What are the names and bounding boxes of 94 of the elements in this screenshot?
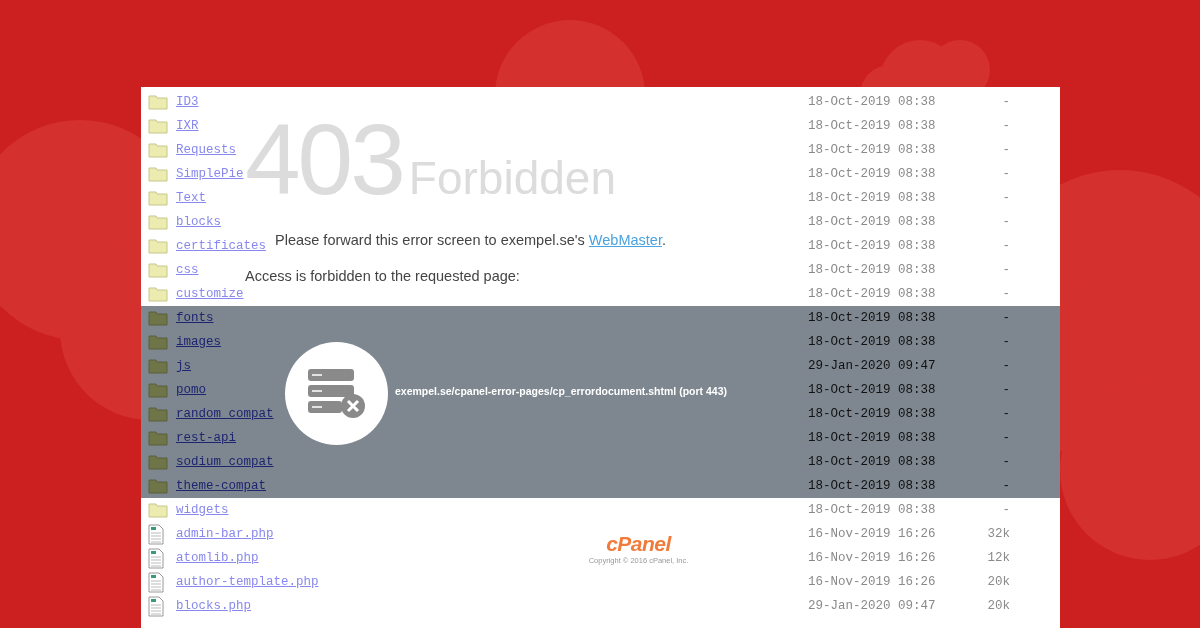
folder-icon [148, 142, 168, 158]
modified-date: 18-Oct-2019 08:38 [808, 335, 936, 349]
document-icon [148, 571, 164, 593]
file-link[interactable]: js [176, 359, 191, 373]
modified-date: 18-Oct-2019 08:38 [808, 119, 936, 133]
file-link[interactable]: rest-api [176, 431, 236, 445]
file-size: - [1002, 479, 1010, 493]
error-detail: Access is forbidden to the requested page: [245, 268, 520, 284]
modified-date: 18-Oct-2019 08:38 [808, 383, 936, 397]
modified-date: 18-Oct-2019 08:38 [808, 311, 936, 325]
modified-date: 18-Oct-2019 08:38 [808, 431, 936, 445]
cpanel-logo: cPanel [606, 532, 671, 556]
file-size: - [1002, 143, 1010, 157]
file-size: 12k [987, 551, 1010, 565]
file-link[interactable]: customize [176, 287, 244, 301]
folder-icon [148, 430, 168, 446]
modified-date: 16-Nov-2019 16:26 [808, 575, 936, 589]
file-link[interactable]: ID3 [176, 95, 199, 109]
folder-icon [148, 286, 168, 302]
file-size: - [1002, 239, 1010, 253]
folder-icon [148, 334, 168, 350]
file-size: - [1002, 383, 1010, 397]
file-link[interactable]: theme-compat [176, 479, 266, 493]
file-size: - [1002, 167, 1010, 181]
modified-date: 18-Oct-2019 08:38 [808, 239, 936, 253]
file-link[interactable]: css [176, 263, 199, 277]
file-size: - [1002, 407, 1010, 421]
file-size: 20k [987, 575, 1010, 589]
modified-date: 18-Oct-2019 08:38 [808, 287, 936, 301]
folder-icon [148, 190, 168, 206]
folder-icon [148, 454, 168, 470]
file-link[interactable]: blocks [176, 215, 221, 229]
server-error-icon [307, 368, 366, 419]
folder-icon [148, 382, 168, 398]
modified-date: 16-Nov-2019 16:26 [808, 551, 936, 565]
document-icon [148, 595, 164, 617]
modified-date: 18-Oct-2019 08:38 [808, 503, 936, 517]
file-size: - [1002, 263, 1010, 277]
file-size: - [1002, 287, 1010, 301]
modified-date: 29-Jan-2020 09:47 [808, 359, 936, 373]
file-size: 32k [987, 527, 1010, 541]
document-icon [148, 523, 164, 545]
modified-date: 18-Oct-2019 08:38 [808, 167, 936, 181]
modified-date: 18-Oct-2019 08:38 [808, 215, 936, 229]
folder-icon [148, 406, 168, 422]
file-size: - [1002, 119, 1010, 133]
modified-date: 18-Oct-2019 08:38 [808, 95, 936, 109]
error-url: exempel.se/cpanel-error-pages/cp_errordocument.shtml (port 443) [395, 385, 728, 397]
file-link[interactable]: random_compat [176, 407, 274, 421]
folder-icon [148, 358, 168, 374]
file-link[interactable]: widgets [176, 503, 229, 517]
modified-date: 18-Oct-2019 08:38 [808, 407, 936, 421]
file-link[interactable]: atomlib.php [176, 551, 259, 565]
modified-date: 29-Jan-2020 09:47 [808, 599, 936, 613]
folder-icon [148, 478, 168, 494]
file-size: - [1002, 311, 1010, 325]
modified-date: 18-Oct-2019 08:38 [808, 455, 936, 469]
modified-date: 18-Oct-2019 08:38 [808, 263, 936, 277]
modified-date: 18-Oct-2019 08:38 [808, 479, 936, 493]
folder-icon [148, 238, 168, 254]
modified-date: 18-Oct-2019 08:38 [808, 143, 936, 157]
file-link[interactable]: admin-bar.php [176, 527, 274, 541]
document-icon [148, 547, 164, 569]
file-link[interactable]: blocks.php [176, 599, 251, 613]
webmaster-link[interactable]: WebMaster [588, 232, 662, 248]
file-link[interactable]: images [176, 335, 221, 349]
modified-date: 16-Nov-2019 16:26 [808, 527, 936, 541]
file-link[interactable]: pomo [176, 383, 206, 397]
file-link[interactable]: SimplePie [176, 167, 244, 181]
modified-date: 18-Oct-2019 08:38 [808, 191, 936, 205]
folder-icon [148, 310, 168, 326]
folder-icon [148, 94, 168, 110]
file-link[interactable]: author-template.php [176, 575, 319, 589]
error-message: Please forward this error screen to exempel.se's WebMaster. [275, 232, 666, 248]
file-size: 20k [987, 599, 1010, 613]
file-size: - [1002, 335, 1010, 349]
file-link[interactable]: fonts [176, 311, 214, 325]
file-size: - [1002, 455, 1010, 469]
file-link[interactable]: Text [176, 191, 206, 205]
file-size: - [1002, 431, 1010, 445]
folder-icon [148, 214, 168, 230]
file-link[interactable]: sodium_compat [176, 455, 274, 469]
file-size: - [1002, 503, 1010, 517]
folder-icon [148, 502, 168, 518]
folder-icon [148, 262, 168, 278]
file-link[interactable]: IXR [176, 119, 199, 133]
file-size: - [1002, 359, 1010, 373]
folder-icon [148, 166, 168, 182]
file-size: - [1002, 95, 1010, 109]
file-link[interactable]: certificates [176, 239, 266, 253]
file-size: - [1002, 191, 1010, 205]
folder-icon [148, 118, 168, 134]
file-link[interactable]: Requests [176, 143, 236, 157]
file-size: - [1002, 215, 1010, 229]
